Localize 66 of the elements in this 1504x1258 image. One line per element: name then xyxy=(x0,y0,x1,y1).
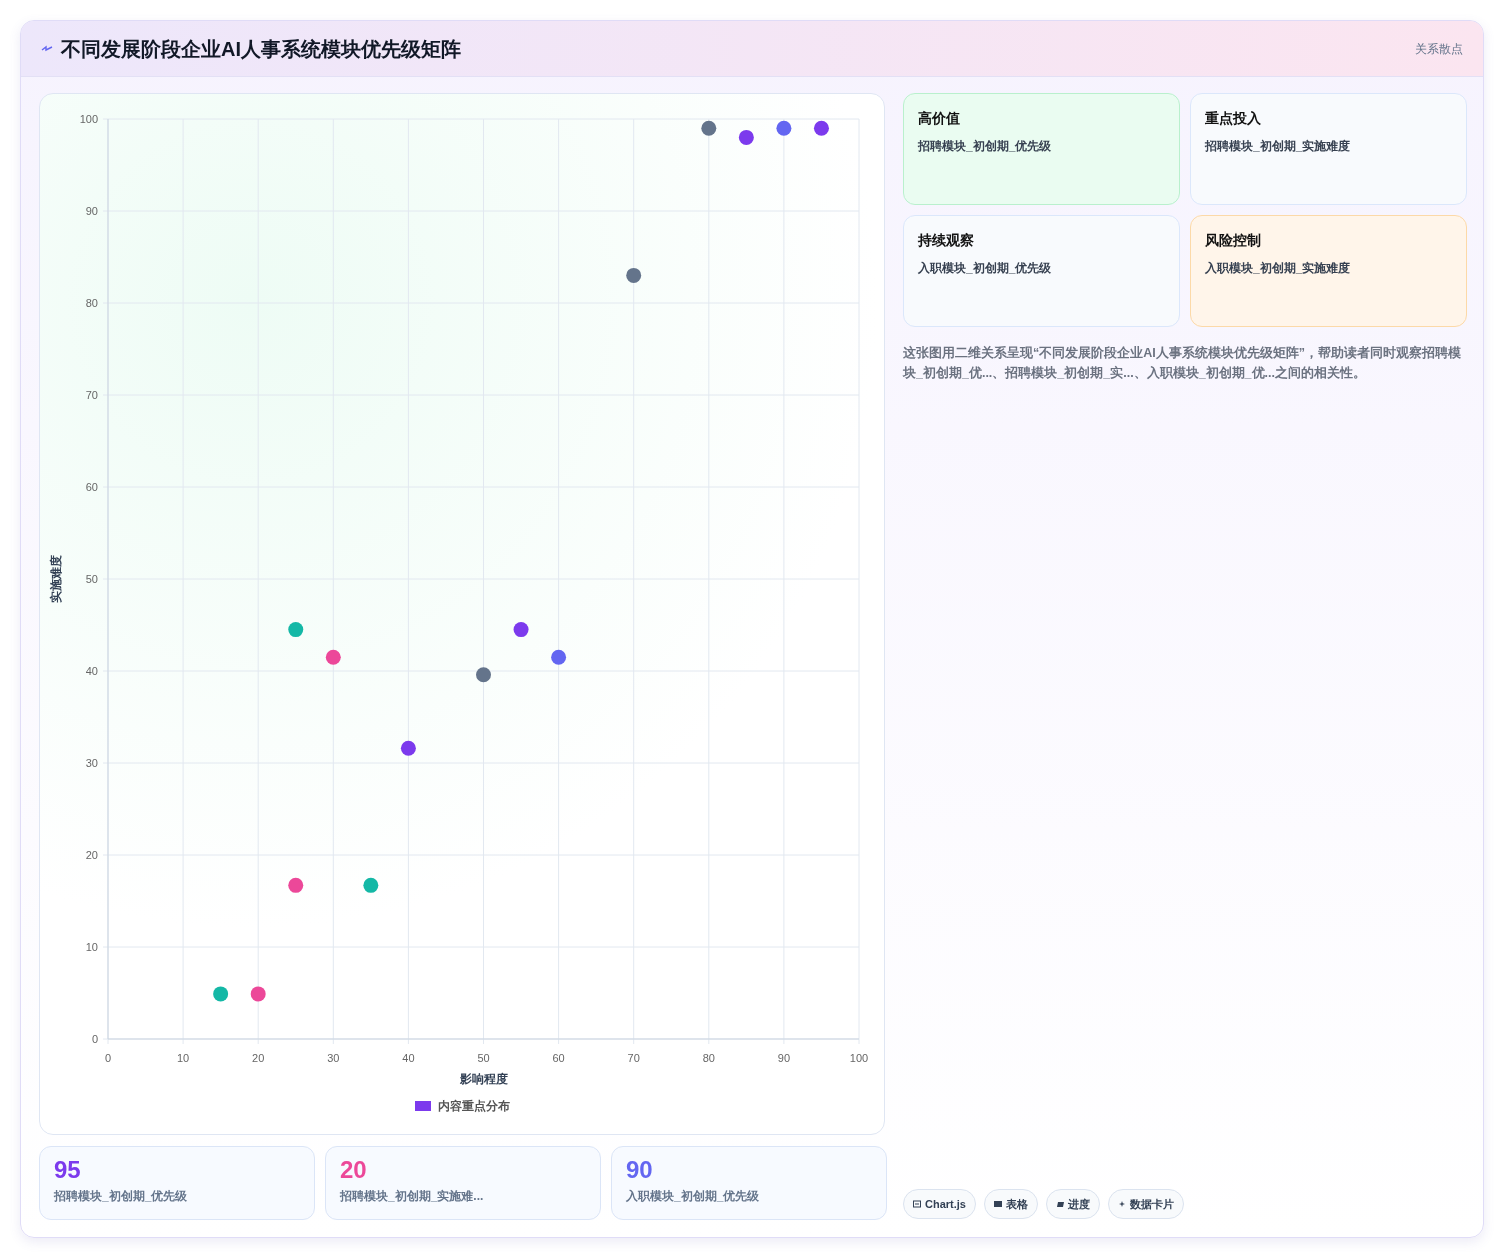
data-point xyxy=(701,120,717,136)
bolt-icon xyxy=(41,44,53,53)
stat-value: 20 xyxy=(340,1157,368,1184)
quadrant-title: 持续观察 xyxy=(918,231,975,250)
x-tick-label: 50 xyxy=(477,1052,490,1064)
legend-label: 内容重点分布 xyxy=(438,1099,510,1113)
quadrant-text: 入职模块_初创期_优先级 xyxy=(918,260,1053,277)
chip-icon xyxy=(1055,1199,1064,1208)
data-point xyxy=(400,740,416,756)
data-point xyxy=(325,649,341,665)
y-tick-label: 50 xyxy=(85,573,98,585)
x-tick-label: 70 xyxy=(627,1052,640,1064)
y-tick-label: 40 xyxy=(85,665,98,677)
data-point xyxy=(513,622,529,638)
x-axis-title: 影响程度 xyxy=(459,1072,508,1086)
y-tick-label: 80 xyxy=(85,297,98,309)
data-point xyxy=(288,877,304,893)
data-point xyxy=(551,649,567,665)
data-point xyxy=(363,877,379,893)
y-tick-label: 30 xyxy=(85,757,98,769)
data-point xyxy=(813,120,829,136)
y-tick-label: 10 xyxy=(85,941,98,953)
x-tick-label: 80 xyxy=(702,1052,715,1064)
feature-chip: 数据卡片 xyxy=(1107,1188,1184,1219)
quadrant-text: 招聘模块_初创期_实施难度 xyxy=(1205,138,1352,155)
x-tick-label: 90 xyxy=(777,1052,791,1064)
y-tick-label: 0 xyxy=(91,1033,98,1045)
quadrant-title: 重点投入 xyxy=(1205,109,1262,128)
y-axis-title: 实施难度 xyxy=(49,555,63,603)
y-tick-label: 70 xyxy=(85,389,98,401)
chart-description: 这张图用二维关系呈现“不同发展阶段企业AI人事系统模块优先级矩阵”，帮助读者同时观察招聘模块_初创期_优...、招聘模块_初创期_实...、入职模块_初创期_优...之间的相关性。 xyxy=(903,344,1462,382)
chart-type-label: 关系散点 xyxy=(1415,40,1463,58)
y-tick-label: 100 xyxy=(79,113,98,125)
y-tick-label: 90 xyxy=(85,205,98,217)
stat-value: 90 xyxy=(626,1157,654,1184)
stat-label: 招聘模块_初创期_优先级 xyxy=(54,1188,189,1206)
feature-chip: 进度 xyxy=(1045,1188,1100,1219)
stat-label: 招聘模块_初创期_实施难... xyxy=(340,1188,485,1206)
data-point xyxy=(738,129,754,145)
quadrant-text: 招聘模块_初创期_优先级 xyxy=(918,138,1053,155)
x-tick-label: 20 xyxy=(252,1052,265,1064)
quadrant-title: 风险控制 xyxy=(1205,231,1262,250)
quadrant-text: 入职模块_初创期_实施难度 xyxy=(1205,260,1352,277)
page-title: 不同发展阶段企业AI人事系统模块优先级矩阵 xyxy=(61,36,461,62)
x-tick-label: 40 xyxy=(402,1052,415,1064)
data-point xyxy=(213,986,229,1002)
data-point xyxy=(626,267,642,283)
feature-chip: Chart.js xyxy=(903,1188,976,1219)
stat-value: 95 xyxy=(54,1157,82,1184)
data-point xyxy=(288,622,304,638)
x-tick-label: 100 xyxy=(849,1052,869,1064)
y-tick-label: 20 xyxy=(85,849,98,861)
data-point xyxy=(476,667,491,683)
quadrant-title: 高价值 xyxy=(918,109,961,128)
legend-swatch xyxy=(415,1101,431,1111)
chip-icon xyxy=(913,1199,921,1208)
chip-icon xyxy=(993,1199,1002,1208)
data-point xyxy=(250,986,266,1002)
feature-chip: 表格 xyxy=(983,1188,1038,1219)
x-tick-label: 60 xyxy=(552,1052,565,1064)
y-tick-label: 60 xyxy=(85,481,98,493)
x-tick-label: 30 xyxy=(327,1052,340,1064)
data-point xyxy=(776,120,792,136)
x-tick-label: 0 xyxy=(104,1052,112,1064)
x-tick-label: 10 xyxy=(177,1052,190,1064)
stat-label: 入职模块_初创期_优先级 xyxy=(626,1188,761,1206)
